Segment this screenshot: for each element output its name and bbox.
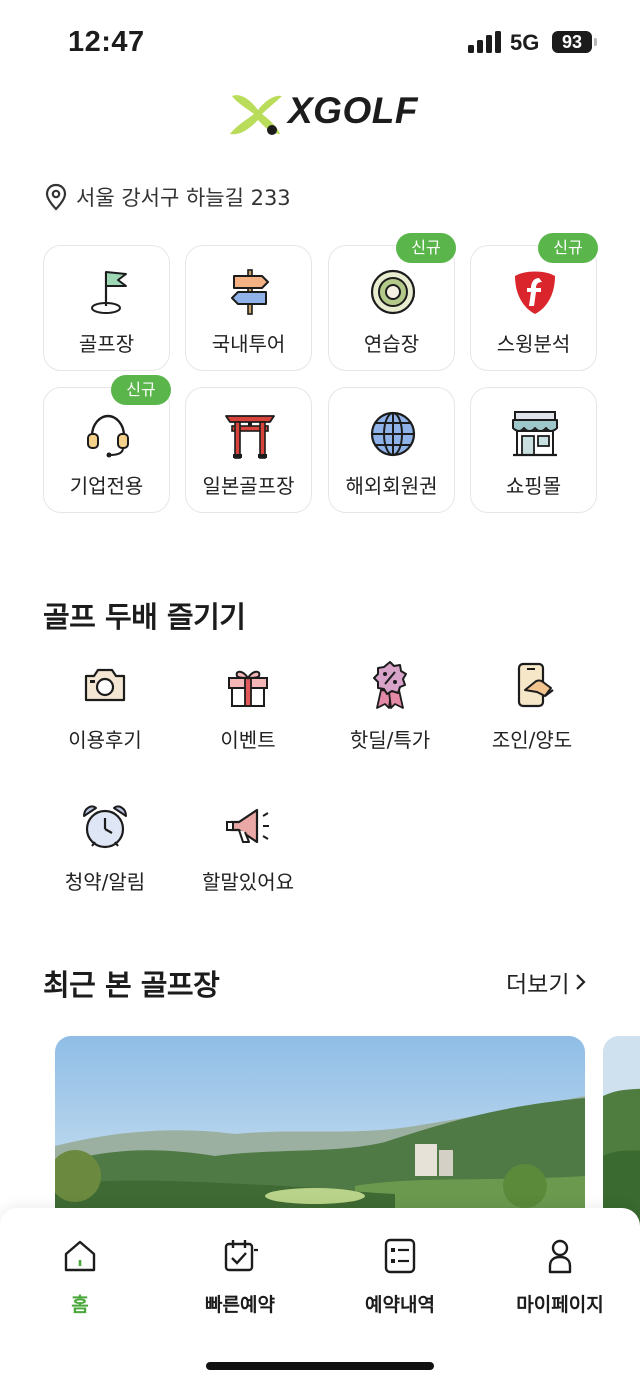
category-label: 골프장 <box>78 332 135 356</box>
nav-home[interactable]: 홈 <box>0 1236 160 1326</box>
category-overseas-membership[interactable]: 해외회원권 <box>328 387 455 513</box>
feature-label: 이용후기 <box>68 728 142 752</box>
feature-reviews[interactable]: 이용후기 <box>34 660 176 770</box>
gift-icon <box>228 670 268 707</box>
category-label: 일본골프장 <box>202 474 295 498</box>
category-label: 쇼핑몰 <box>505 474 562 498</box>
category-domestic-tour[interactable]: 국내투어 <box>185 245 312 371</box>
discount-badge-icon <box>373 661 407 709</box>
new-badge: 신규 <box>396 233 456 263</box>
more-link[interactable]: 더보기 <box>506 965 589 999</box>
swing-analysis-icon <box>515 271 555 314</box>
torii-gate-icon <box>225 415 275 459</box>
list-doc-icon <box>384 1238 416 1274</box>
status-bar: 12:47 5G 93 <box>0 0 640 70</box>
category-label: 기업전용 <box>69 474 144 498</box>
calendar-check-icon <box>224 1240 258 1272</box>
recent-section-title: 최근 본 골프장 <box>43 968 220 1002</box>
network-type: 5G <box>510 30 540 55</box>
battery-level: 93 <box>552 31 592 53</box>
category-golf-course[interactable]: 골프장 <box>43 245 170 371</box>
category-japan-golf[interactable]: 일본골프장 <box>185 387 312 513</box>
headset-icon <box>87 414 129 458</box>
feature-feedback[interactable]: 할말있어요 <box>177 802 319 912</box>
category-label: 국내투어 <box>211 332 286 356</box>
category-label: 스윙분석 <box>496 332 571 356</box>
category-label: 해외회원권 <box>345 474 438 498</box>
location-address: 서울 강서구 하늘길 233 <box>76 186 291 210</box>
feature-label: 청약/알림 <box>64 870 146 894</box>
feature-hot-deals[interactable]: 핫딜/특가 <box>319 660 461 770</box>
signpost-icon <box>231 269 269 315</box>
nav-label: 예약내역 <box>365 1294 435 1316</box>
target-icon <box>370 269 416 315</box>
feature-label: 조인/양도 <box>491 728 573 752</box>
recent-golf-course-card[interactable] <box>55 1036 585 1236</box>
nav-label: 빠른예약 <box>205 1294 275 1316</box>
golf-course-photo <box>603 1036 640 1236</box>
category-swing-analysis[interactable]: 스윙분석 신규 <box>470 233 598 371</box>
more-label: 더보기 <box>506 972 570 998</box>
home-icon <box>64 1240 96 1272</box>
nav-label: 마이페이지 <box>516 1294 604 1316</box>
feature-label: 할말있어요 <box>202 870 294 894</box>
new-badge: 신규 <box>538 233 598 263</box>
cellular-signal-icon <box>468 31 501 53</box>
category-driving-range[interactable]: 연습장 신규 <box>328 233 456 371</box>
feature-events[interactable]: 이벤트 <box>177 660 319 770</box>
logo-text: XGOLF <box>288 90 418 131</box>
xgolf-logo-mark <box>230 95 282 135</box>
nav-quick-booking[interactable]: 빠른예약 <box>160 1236 320 1326</box>
new-badge: 신규 <box>111 375 171 405</box>
feature-subscription-alert[interactable]: 청약/알림 <box>34 802 176 912</box>
storefront-icon <box>512 411 558 457</box>
status-time: 12:47 <box>68 26 145 58</box>
category-shopping-mall[interactable]: 쇼핑몰 <box>470 387 597 513</box>
nav-booking-history[interactable]: 예약내역 <box>320 1236 480 1326</box>
map-pin-icon <box>45 183 67 211</box>
megaphone-icon <box>226 808 269 844</box>
phone-handshake-icon <box>517 662 554 708</box>
nav-label: 홈 <box>71 1294 89 1316</box>
person-icon <box>548 1239 572 1274</box>
enjoy-section-title: 골프 두배 즐기기 <box>43 600 246 634</box>
alarm-clock-icon <box>83 805 127 849</box>
xgolf-logo[interactable]: XGOLF <box>226 88 418 138</box>
category-corporate[interactable]: 기업전용 신규 <box>43 375 171 513</box>
globe-icon <box>370 411 416 457</box>
category-label: 연습장 <box>363 332 420 356</box>
recent-golf-course-card[interactable] <box>603 1036 640 1236</box>
bottom-navigation: 홈 빠른예약 예약내역 마이페이지 <box>0 1208 640 1385</box>
battery-tip <box>594 38 597 46</box>
golf-course-photo <box>55 1036 585 1236</box>
location-selector[interactable]: 서울 강서구 하늘길 233 <box>44 182 291 212</box>
feature-label: 핫딜/특가 <box>349 728 431 752</box>
chevron-right-icon <box>576 974 587 990</box>
feature-label: 이벤트 <box>220 728 276 752</box>
feature-join-transfer[interactable]: 조인/양도 <box>461 660 603 770</box>
home-indicator <box>206 1362 434 1370</box>
camera-icon <box>84 668 126 702</box>
golf-flag-icon <box>91 271 127 314</box>
nav-my-page[interactable]: 마이페이지 <box>480 1236 640 1326</box>
